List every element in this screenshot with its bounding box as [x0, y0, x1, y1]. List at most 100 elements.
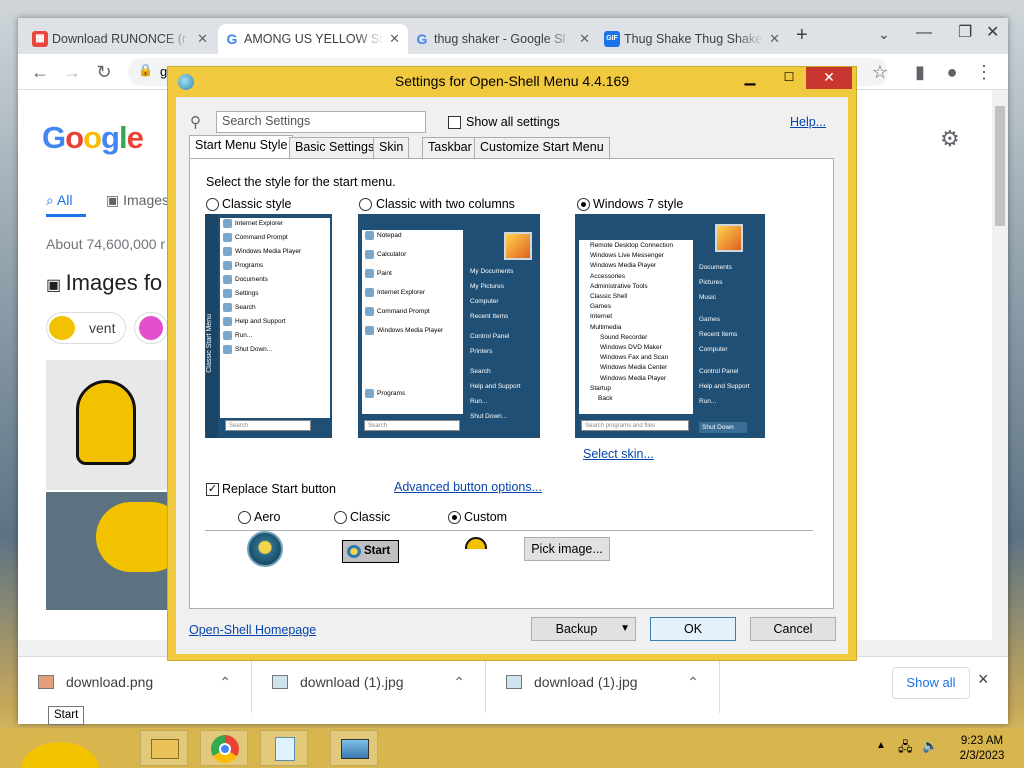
two-columns-preview[interactable]: Notepad Calculator Paint Internet Explor…: [358, 214, 540, 438]
browser-tab-4[interactable]: GIF Thug Shake Thug Shake ✕: [598, 24, 788, 54]
classic-button-label[interactable]: Classic: [350, 510, 390, 524]
preview-menu-list: Internet Explorer Command Prompt Windows…: [220, 218, 330, 418]
show-hidden-icons[interactable]: ▲: [876, 740, 886, 751]
tab-search-icon[interactable]: ⌄: [878, 26, 890, 43]
select-skin-link[interactable]: Select skin...: [583, 447, 654, 461]
close-tab-icon[interactable]: ✕: [389, 24, 400, 54]
open-shell-homepage-link[interactable]: Open-Shell Homepage: [189, 623, 316, 637]
chip-vent[interactable]: vent: [46, 312, 126, 344]
advanced-button-options-link[interactable]: Advanced button options...: [394, 480, 542, 494]
aero-label[interactable]: Aero: [254, 510, 280, 524]
google-logo[interactable]: Google: [42, 120, 144, 156]
backup-button[interactable]: Backup ▼: [531, 617, 636, 641]
network-icon[interactable]: 🖧: [898, 738, 913, 760]
image-result-1[interactable]: [46, 360, 186, 490]
show-all-settings-checkbox[interactable]: [448, 116, 461, 129]
select-style-label: Select the style for the start menu.: [206, 175, 396, 189]
download-item[interactable]: download (1).jpg ⌃: [486, 657, 720, 713]
tab-basic-settings[interactable]: Basic Settings: [289, 137, 381, 158]
notepad-icon[interactable]: [260, 730, 308, 766]
volume-icon[interactable]: 🔈: [922, 738, 938, 754]
close-icon[interactable]: ✕: [806, 67, 852, 89]
back-icon[interactable]: ←: [28, 60, 52, 84]
file-explorer-icon[interactable]: [140, 730, 188, 766]
two-columns-radio[interactable]: [359, 198, 372, 211]
pick-image-button[interactable]: Pick image...: [524, 537, 610, 561]
gif-icon: GIF: [604, 31, 620, 47]
tab-title: Thug Shake Thug Shake: [624, 32, 763, 46]
download-item[interactable]: download (1).jpg ⌃: [252, 657, 486, 713]
replace-start-button-checkbox[interactable]: ✓: [206, 483, 219, 496]
custom-button-radio[interactable]: [448, 511, 461, 524]
classic-style-radio[interactable]: [206, 198, 219, 211]
scrollbar-thumb[interactable]: [995, 106, 1005, 226]
image-icon: ▣: [46, 277, 66, 294]
close-tab-icon[interactable]: ✕: [769, 24, 780, 54]
preview-search-box: Search programs and files: [581, 420, 689, 431]
chip-pink[interactable]: [134, 312, 168, 344]
close-window-icon[interactable]: ✕: [986, 22, 999, 42]
image-viewer-icon[interactable]: [330, 730, 378, 766]
reload-icon[interactable]: ↻: [92, 60, 116, 84]
search-tab-images[interactable]: ▣ Images: [106, 192, 169, 209]
tab-taskbar[interactable]: Taskbar: [422, 137, 478, 158]
ok-button[interactable]: OK: [650, 617, 736, 641]
close-downloads-icon[interactable]: ×: [978, 669, 989, 690]
profile-icon[interactable]: ●: [940, 60, 964, 84]
search-tab-all[interactable]: ⌕ All: [46, 192, 73, 209]
clock-date: 2/3/2023: [959, 750, 1005, 762]
custom-button-label[interactable]: Custom: [464, 510, 507, 524]
tab-title: AMONG US YELLOW St: [244, 32, 383, 46]
image-result-2[interactable]: [46, 492, 186, 610]
search-icon: ⚲: [190, 114, 201, 131]
browser-tab-2[interactable]: G AMONG US YELLOW St ✕: [218, 24, 408, 54]
preview-program-list: Remote Desktop Connection Windows Live M…: [579, 240, 693, 414]
chevron-up-icon[interactable]: ⌃: [687, 657, 699, 707]
show-all-button[interactable]: Show all: [892, 667, 970, 699]
browser-tab-3[interactable]: G thug shaker - Google Sl ✕: [408, 24, 598, 54]
download-item[interactable]: download.png ⌃: [18, 657, 252, 713]
classic-style-label[interactable]: Classic style: [222, 197, 291, 211]
tab-skin[interactable]: Skin: [373, 137, 410, 158]
downloads-bar: download.png ⌃ download (1).jpg ⌃ download…: [18, 656, 1008, 713]
search-settings-input[interactable]: Search Settings: [216, 111, 426, 133]
search-icon: ⌕: [46, 192, 57, 208]
chevron-up-icon[interactable]: ⌃: [453, 657, 465, 707]
classic-style-preview[interactable]: Classic Start Menu Internet Explorer Com…: [205, 214, 332, 438]
windows7-preview[interactable]: Remote Desktop Connection Windows Live M…: [575, 214, 765, 438]
windows7-style-radio[interactable]: [577, 198, 590, 211]
two-columns-label[interactable]: Classic with two columns: [376, 197, 515, 211]
close-tab-icon[interactable]: ✕: [579, 24, 590, 54]
page-scrollbar[interactable]: [992, 90, 1008, 656]
taskbar: ▲ 🖧 🔈 9:23 AM 2/3/2023: [0, 728, 1024, 768]
file-icon: [506, 675, 522, 689]
side-panel-icon[interactable]: ▮: [908, 60, 932, 84]
help-link[interactable]: Help...: [790, 115, 826, 129]
windows7-style-label[interactable]: Windows 7 style: [593, 197, 683, 211]
clock[interactable]: 9:23 AM 2/3/2023: [952, 734, 1012, 764]
tab-start-menu-style[interactable]: Start Menu Style: [189, 135, 294, 158]
classic-button-radio[interactable]: [334, 511, 347, 524]
aero-radio[interactable]: [238, 511, 251, 524]
show-all-settings-label[interactable]: Show all settings: [466, 115, 560, 129]
minimize-icon[interactable]: ▁: [734, 67, 766, 89]
browser-tab-1[interactable]: ▦ Download RUNONCE (r ✕: [26, 24, 216, 54]
tab-customize-start-menu[interactable]: Customize Start Menu: [474, 137, 610, 158]
replace-start-button-label[interactable]: Replace Start button: [222, 482, 336, 496]
chevron-up-icon[interactable]: ⌃: [219, 657, 231, 707]
maximize-icon[interactable]: ☐: [773, 67, 805, 89]
cancel-button[interactable]: Cancel: [750, 617, 836, 641]
new-tab-button[interactable]: +: [796, 24, 808, 47]
settings-gear-icon[interactable]: ⚙: [940, 126, 960, 152]
minimize-icon[interactable]: —: [916, 24, 932, 42]
chrome-icon[interactable]: [200, 730, 248, 766]
menu-icon[interactable]: ⋮: [972, 60, 996, 84]
start-button[interactable]: [0, 728, 120, 768]
close-tab-icon[interactable]: ✕: [197, 24, 208, 54]
settings-dialog: Settings for Open-Shell Menu 4.4.169 ▁ ☐…: [167, 66, 857, 661]
google-icon: G: [226, 31, 238, 47]
bookmark-star-icon[interactable]: ☆: [868, 60, 892, 84]
forward-icon[interactable]: →: [60, 60, 84, 84]
restore-icon[interactable]: ❐: [958, 22, 972, 42]
user-avatar: [504, 232, 532, 260]
